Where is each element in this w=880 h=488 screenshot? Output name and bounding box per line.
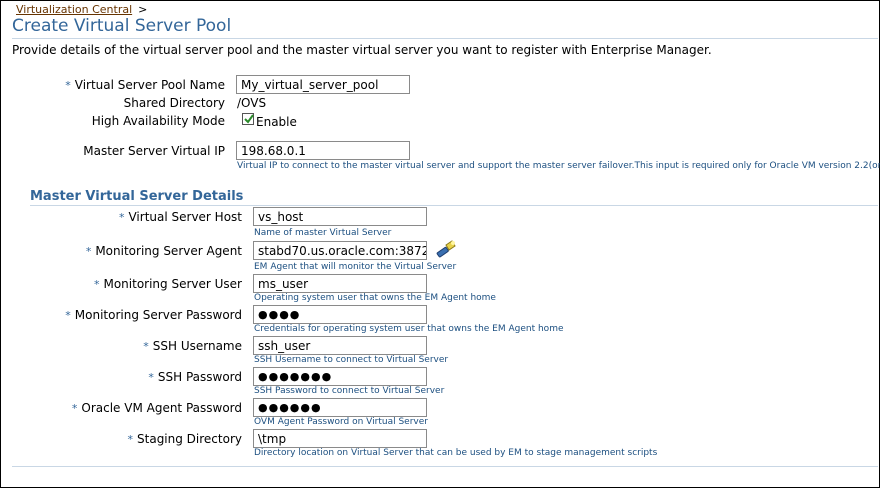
ssh-password-label: * SSH Password — [148, 370, 242, 384]
ssh-password-hint: SSH Password to connect to Virtual Serve… — [254, 386, 445, 396]
breadcrumb: Virtualization Central > — [16, 3, 147, 16]
ssh-username-hint: SSH Username to connect to Virtual Serve… — [254, 355, 449, 365]
monitoring-user-label: * Monitoring Server User — [93, 277, 242, 291]
staging-directory-input[interactable]: \tmp — [253, 429, 427, 448]
ssh-username-label: * SSH Username — [143, 339, 242, 353]
monitoring-password-input[interactable]: ●●●● — [253, 305, 427, 324]
title-divider — [12, 38, 878, 39]
ha-enable-checkbox[interactable] — [242, 113, 254, 125]
bottom-divider — [12, 466, 878, 467]
monitoring-password-hint: Credentials for operating system user th… — [254, 324, 564, 334]
ovm-agent-password-label: * Oracle VM Agent Password — [71, 401, 242, 415]
shared-directory-value: /OVS — [237, 96, 267, 110]
monitoring-agent-input[interactable]: stabd70.us.oracle.com:3872 — [253, 241, 427, 260]
vs-host-input[interactable]: vs_host — [253, 207, 427, 226]
flashlight-search-icon[interactable] — [435, 239, 457, 263]
monitoring-agent-hint: EM Agent that will monitor the Virtual S… — [254, 262, 457, 272]
breadcrumb-virtualization-central-link[interactable]: Virtualization Central — [16, 3, 132, 16]
ha-enable-label: Enable — [256, 115, 297, 129]
vs-host-label: * Virtual Server Host — [118, 210, 242, 224]
ovm-agent-password-input[interactable]: ●●●●●● — [253, 398, 427, 417]
section-divider — [30, 205, 878, 206]
page-intro: Provide details of the virtual server po… — [12, 43, 712, 57]
monitoring-password-label: * Monitoring Server Password — [65, 308, 242, 322]
master-section-title: Master Virtual Server Details — [30, 189, 244, 204]
ssh-username-input[interactable]: ssh_user — [253, 336, 427, 355]
master-vip-input[interactable]: 198.68.0.1 — [236, 141, 410, 160]
monitoring-agent-label: * Monitoring Server Agent — [85, 244, 242, 258]
staging-directory-hint: Directory location on Virtual Server tha… — [254, 448, 658, 458]
pool-name-label: * Virtual Server Pool Name — [65, 78, 225, 92]
monitoring-user-hint: Operating system user that owns the EM A… — [254, 293, 496, 303]
staging-directory-label: * Staging Directory — [127, 432, 242, 446]
vs-host-hint: Name of master Virtual Server — [254, 228, 392, 238]
pool-name-input[interactable]: My_virtual_server_pool — [236, 75, 410, 94]
monitoring-user-input[interactable]: ms_user — [253, 274, 427, 293]
shared-directory-label: Shared Directory — [123, 96, 225, 110]
checkmark-icon — [244, 114, 254, 124]
ssh-password-input[interactable]: ●●●●●●● — [253, 367, 427, 386]
required-marker: * — [65, 79, 71, 92]
breadcrumb-separator: > — [138, 3, 148, 16]
master-vip-hint: Virtual IP to connect to the master virt… — [237, 161, 880, 171]
master-vip-label: Master Server Virtual IP — [83, 144, 225, 158]
page-title: Create Virtual Server Pool — [12, 16, 232, 36]
ha-mode-label: High Availability Mode — [91, 114, 225, 128]
ovm-agent-password-hint: OVM Agent Password on Virtual Server — [254, 417, 428, 427]
